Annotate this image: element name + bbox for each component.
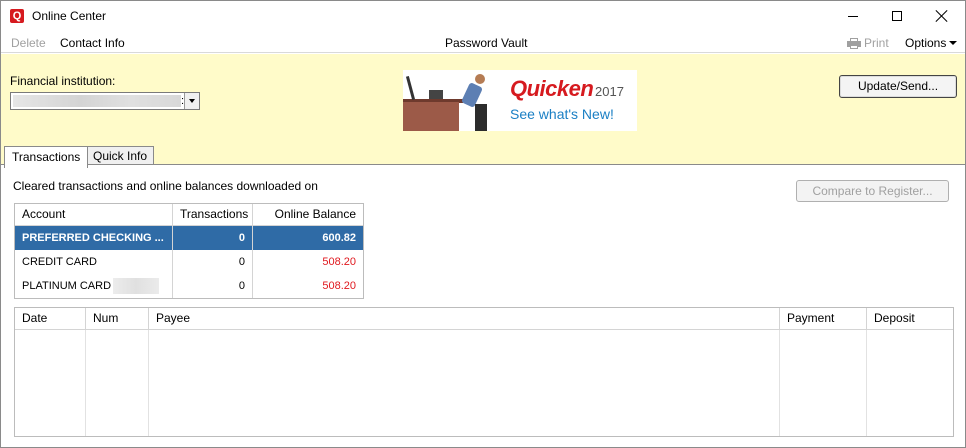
title-bar: Q Online Center bbox=[1, 1, 965, 31]
banner-laptop bbox=[429, 90, 443, 99]
banner-lamp bbox=[405, 76, 416, 100]
printer-icon bbox=[847, 37, 861, 49]
downloaded-transactions-table: Date Num Payee Payment Deposit bbox=[14, 307, 954, 437]
table-row[interactable]: PREFERRED CHECKING ... 0 600.82 bbox=[15, 226, 363, 250]
chevron-down-icon bbox=[949, 41, 958, 45]
banner-tagline: See what's New! bbox=[510, 106, 614, 122]
account-name: PREFERRED CHECKING ... bbox=[15, 226, 173, 250]
column-payment[interactable]: Payment bbox=[780, 308, 867, 329]
online-center-window: Q Online Center Delete Contact Info Pass… bbox=[0, 0, 966, 448]
menu-bar: Delete Contact Info Password Vault Print… bbox=[1, 31, 965, 53]
cleared-transactions-text: Cleared transactions and online balances… bbox=[13, 179, 318, 193]
table-row[interactable]: PLATINUM CARD 0 508.20 bbox=[15, 274, 363, 298]
column-date[interactable]: Date bbox=[15, 308, 86, 329]
minimize-icon bbox=[848, 15, 858, 17]
maximize-icon bbox=[892, 11, 902, 21]
menu-delete[interactable]: Delete bbox=[11, 36, 46, 50]
window-title: Online Center bbox=[32, 9, 107, 23]
transactions-table-header: Date Num Payee Payment Deposit bbox=[15, 308, 953, 330]
account-balance: 508.20 bbox=[322, 256, 356, 268]
account-transactions: 0 bbox=[173, 274, 253, 298]
financial-institution-select[interactable]: : bbox=[10, 92, 200, 110]
dropdown-arrow-icon[interactable] bbox=[184, 93, 199, 109]
accounts-table: Account Transactions Online Balance PREF… bbox=[14, 203, 364, 299]
tab-transactions[interactable]: Transactions bbox=[4, 146, 89, 168]
compare-to-register-button[interactable]: Compare to Register... bbox=[796, 180, 949, 202]
column-deposit[interactable]: Deposit bbox=[867, 308, 953, 329]
transactions-panel: Cleared transactions and online balances… bbox=[1, 164, 965, 447]
financial-institution-label: Financial institution: bbox=[10, 74, 116, 88]
close-button[interactable] bbox=[919, 1, 965, 31]
column-online-balance[interactable]: Online Balance bbox=[253, 204, 363, 225]
column-account[interactable]: Account bbox=[15, 204, 173, 225]
account-transactions: 0 bbox=[173, 250, 253, 274]
minimize-button[interactable] bbox=[830, 1, 876, 31]
redacted-institution-name bbox=[13, 95, 181, 107]
accounts-table-header: Account Transactions Online Balance bbox=[15, 204, 363, 226]
redacted-account-suffix bbox=[113, 278, 160, 295]
account-name-cell: PLATINUM CARD bbox=[15, 274, 173, 298]
menu-print-label: Print bbox=[864, 36, 889, 50]
banner-year: 2017 bbox=[595, 84, 624, 99]
quicken-app-icon: Q bbox=[10, 9, 24, 23]
maximize-button[interactable] bbox=[874, 1, 920, 31]
menu-options[interactable]: Options bbox=[905, 36, 958, 50]
account-transactions: 0 bbox=[173, 226, 253, 250]
menu-contact-info[interactable]: Contact Info bbox=[60, 36, 125, 50]
column-transactions[interactable]: Transactions bbox=[173, 204, 253, 225]
account-name: PLATINUM CARD bbox=[22, 280, 112, 292]
menu-options-label: Options bbox=[905, 36, 947, 50]
update-send-button[interactable]: Update/Send... bbox=[839, 75, 957, 98]
transactions-table-body[interactable] bbox=[15, 330, 953, 436]
account-balance: 600.82 bbox=[322, 232, 356, 244]
menu-password-vault[interactable]: Password Vault bbox=[445, 36, 527, 50]
column-payee[interactable]: Payee bbox=[149, 308, 780, 329]
close-icon bbox=[936, 10, 948, 22]
banner-brand: Quicken bbox=[510, 76, 594, 101]
whats-new-banner[interactable]: Quicken 2017 See what's New! bbox=[403, 70, 637, 131]
tab-quick-info[interactable]: Quick Info bbox=[86, 146, 155, 164]
account-name: CREDIT CARD bbox=[15, 250, 173, 274]
column-num[interactable]: Num bbox=[86, 308, 149, 329]
menu-print[interactable]: Print bbox=[847, 36, 889, 50]
account-balance: 508.20 bbox=[322, 280, 356, 292]
table-row[interactable]: CREDIT CARD 0 508.20 bbox=[15, 250, 363, 274]
